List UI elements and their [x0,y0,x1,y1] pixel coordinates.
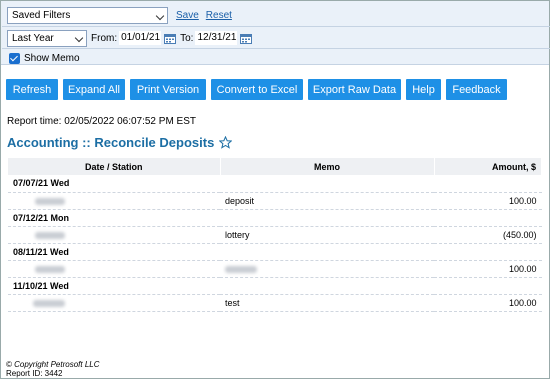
redacted-station [35,265,65,273]
table-row: 100.00 [8,260,542,278]
date-group-label: 11/10/21 Wed [8,277,542,295]
save-link[interactable]: Save [176,10,199,21]
reset-link[interactable]: Reset [206,10,232,21]
amount-cell: 100.00 [434,260,542,278]
station-cell [8,294,220,312]
date-group-row: 07/07/21 Wed [8,175,542,193]
column-header-date-station[interactable]: Date / Station [8,158,221,175]
amount-cell: 100.00 [434,294,542,312]
calendar-icon[interactable] [164,33,177,44]
date-group-label: 08/11/21 Wed [8,243,542,261]
amount-cell: (450.00) [434,226,542,244]
calendar-icon[interactable] [240,33,253,44]
chevron-down-icon [155,11,165,20]
station-cell [8,226,220,244]
convert-to-excel-button[interactable]: Convert to Excel [211,79,303,100]
saved-filters-dropdown[interactable]: Saved Filters [7,6,168,24]
refresh-button[interactable]: Refresh [6,79,58,100]
help-button[interactable]: Help [406,79,441,100]
column-header-memo[interactable]: Memo [220,158,435,175]
from-date-input[interactable]: 01/01/21 [119,31,162,45]
chevron-down-icon [74,33,84,42]
feedback-button[interactable]: Feedback [446,79,507,100]
to-label: To: [180,32,194,44]
copyright-text: © Copyright Petrosoft LLC [6,360,100,369]
period-dropdown[interactable]: Last Year [7,29,87,47]
divider [2,26,550,27]
date-group-row: 11/10/21 Wed [8,277,542,295]
table-row: test 100.00 [8,294,542,312]
memo-cell: test [220,294,434,312]
date-group-label: 07/12/21 Mon [8,209,542,227]
column-header-amount[interactable]: Amount, $ [434,158,542,175]
show-memo-checkbox[interactable] [9,52,20,64]
date-group-label: 07/07/21 Wed [8,175,542,193]
from-label: From: [91,32,118,44]
date-group-row: 07/12/21 Mon [8,209,542,227]
star-favorite-icon[interactable] [219,136,233,149]
redacted-station [35,197,65,205]
to-date-input[interactable]: 12/31/21 [195,31,238,45]
redacted-station [33,299,65,307]
filter-panel: Saved Filters Save Reset Last Year From:… [1,1,550,65]
toolbar: Refresh Expand All Print Version Convert… [6,79,512,100]
export-raw-data-button[interactable]: Export Raw Data [308,79,401,100]
report-id: Report ID: 3442 [6,369,63,378]
expand-all-button[interactable]: Expand All [63,79,125,100]
show-memo-label: Show Memo [24,52,80,64]
saved-filters-label: Saved Filters [12,9,71,21]
date-group-row: 08/11/21 Wed [8,243,542,261]
amount-cell: 100.00 [434,192,542,210]
station-cell [8,192,220,210]
redacted-memo [225,265,257,273]
table-header-row: Date / Station Memo Amount, $ [8,158,542,175]
table-row: lottery (450.00) [8,226,542,244]
memo-cell: lottery [220,226,434,244]
station-cell [8,260,220,278]
deposits-table: Date / Station Memo Amount, $ 07/07/21 W… [8,158,542,312]
redacted-station [35,231,65,239]
print-version-button[interactable]: Print Version [130,79,206,100]
page-title: Accounting :: Reconcile Deposits [7,135,215,150]
page-title-container: Accounting :: Reconcile Deposits [7,135,233,150]
footer: © Copyright Petrosoft LLC Report ID: 344… [6,360,100,378]
divider [2,48,550,49]
memo-cell: deposit [220,192,434,210]
period-value: Last Year [12,32,54,44]
table-row: deposit 100.00 [8,192,542,210]
report-time: Report time: 02/05/2022 06:07:52 PM EST [7,116,196,127]
memo-cell [220,260,434,278]
